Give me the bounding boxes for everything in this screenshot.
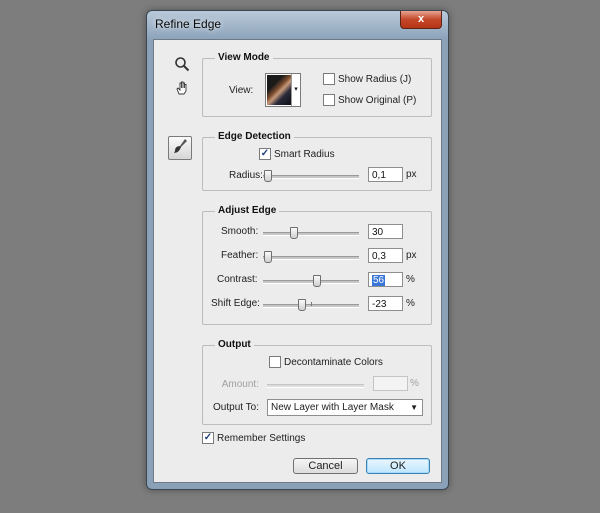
checkbox-box[interactable] bbox=[269, 356, 281, 368]
hand-icon[interactable] bbox=[171, 80, 193, 100]
contrast-input[interactable]: 56 bbox=[368, 272, 403, 287]
chevron-down-icon: ▼ bbox=[410, 403, 418, 412]
refine-radius-icon[interactable] bbox=[168, 136, 192, 160]
radius-slider-thumb[interactable] bbox=[264, 170, 272, 182]
view-label: View: bbox=[229, 85, 254, 96]
smart-radius-checkbox[interactable]: ✓ Smart Radius bbox=[259, 148, 335, 160]
adjust-edge-group: Adjust Edge Smooth: 30 Feather: 0,3 px C… bbox=[202, 205, 432, 325]
radius-unit: px bbox=[406, 169, 417, 180]
checkbox-box[interactable] bbox=[323, 94, 335, 106]
shift-edge-input[interactable]: -23 bbox=[368, 296, 403, 311]
amount-slider-track bbox=[267, 384, 364, 388]
checkbox-box[interactable]: ✓ bbox=[202, 432, 214, 444]
contrast-unit: % bbox=[406, 274, 415, 285]
feather-unit: px bbox=[406, 250, 417, 261]
smart-radius-label: Smart Radius bbox=[274, 148, 335, 160]
edge-detection-group: Edge Detection ✓ Smart Radius Radius: 0,… bbox=[202, 131, 432, 191]
shift-edge-slider-thumb[interactable] bbox=[297, 299, 306, 311]
shift-edge-unit: % bbox=[406, 298, 415, 309]
amount-unit: % bbox=[410, 378, 419, 389]
radius-input[interactable]: 0,1 bbox=[368, 167, 403, 182]
decontaminate-colors-checkbox[interactable]: Decontaminate Colors bbox=[269, 356, 383, 368]
feather-slider-track[interactable] bbox=[263, 256, 359, 260]
smooth-input[interactable]: 30 bbox=[368, 224, 403, 239]
view-thumbnail bbox=[267, 75, 291, 105]
checkbox-box[interactable]: ✓ bbox=[259, 148, 271, 160]
cancel-button[interactable]: Cancel bbox=[293, 458, 358, 474]
output-to-value: New Layer with Layer Mask bbox=[271, 402, 394, 413]
decontaminate-colors-label: Decontaminate Colors bbox=[284, 356, 383, 368]
smooth-slider-track[interactable] bbox=[263, 232, 359, 236]
close-button[interactable]: x bbox=[400, 11, 442, 29]
output-group: Output Decontaminate Colors Amount: % Ou… bbox=[202, 339, 432, 425]
smooth-label: Smooth: bbox=[221, 226, 259, 237]
view-mode-picker[interactable]: ▾ bbox=[265, 73, 301, 107]
contrast-label: Contrast: bbox=[217, 274, 258, 285]
dialog-title: Refine Edge bbox=[155, 17, 222, 31]
adjust-edge-title: Adjust Edge bbox=[215, 205, 280, 216]
amount-input bbox=[373, 376, 408, 391]
ok-button[interactable]: OK bbox=[366, 458, 430, 474]
amount-label: Amount: bbox=[221, 379, 259, 390]
shift-edge-label: Shift Edge: bbox=[211, 298, 260, 309]
dialog-body: View Mode View: ▾ Show Radius (J) Show O… bbox=[153, 39, 442, 483]
radius-label: Radius: bbox=[229, 170, 263, 181]
show-original-checkbox[interactable]: Show Original (P) bbox=[323, 94, 416, 106]
feather-slider-thumb[interactable] bbox=[264, 251, 272, 263]
shift-edge-center-tick bbox=[311, 302, 312, 306]
remember-settings-label: Remember Settings bbox=[217, 432, 306, 444]
view-mode-group: View Mode View: ▾ Show Radius (J) Show O… bbox=[202, 52, 432, 117]
contrast-value: 56 bbox=[372, 275, 386, 286]
zoom-icon[interactable] bbox=[171, 56, 193, 76]
edge-detection-title: Edge Detection bbox=[215, 131, 294, 142]
remember-settings-checkbox[interactable]: ✓ Remember Settings bbox=[202, 432, 305, 444]
show-radius-label: Show Radius (J) bbox=[338, 73, 412, 85]
output-title: Output bbox=[215, 339, 254, 350]
feather-input[interactable]: 0,3 bbox=[368, 248, 403, 263]
show-original-label: Show Original (P) bbox=[338, 94, 417, 106]
feather-label: Feather: bbox=[221, 250, 259, 261]
view-mode-title: View Mode bbox=[215, 52, 273, 63]
output-to-select[interactable]: New Layer with Layer Mask ▼ bbox=[267, 399, 423, 416]
title-bar[interactable]: Refine Edge x bbox=[147, 11, 448, 39]
output-to-label: Output To: bbox=[213, 402, 259, 413]
smooth-slider-thumb[interactable] bbox=[290, 227, 299, 239]
refine-edge-dialog: Refine Edge x View Mode View: ▾ Show Rad… bbox=[146, 10, 449, 490]
show-radius-checkbox[interactable]: Show Radius (J) bbox=[323, 73, 411, 85]
checkbox-box[interactable] bbox=[323, 73, 335, 85]
chevron-down-icon: ▾ bbox=[291, 74, 300, 106]
radius-slider-track[interactable] bbox=[263, 175, 359, 179]
close-icon: x bbox=[417, 13, 425, 25]
contrast-slider-thumb[interactable] bbox=[313, 275, 322, 287]
contrast-slider-track[interactable] bbox=[263, 280, 359, 284]
